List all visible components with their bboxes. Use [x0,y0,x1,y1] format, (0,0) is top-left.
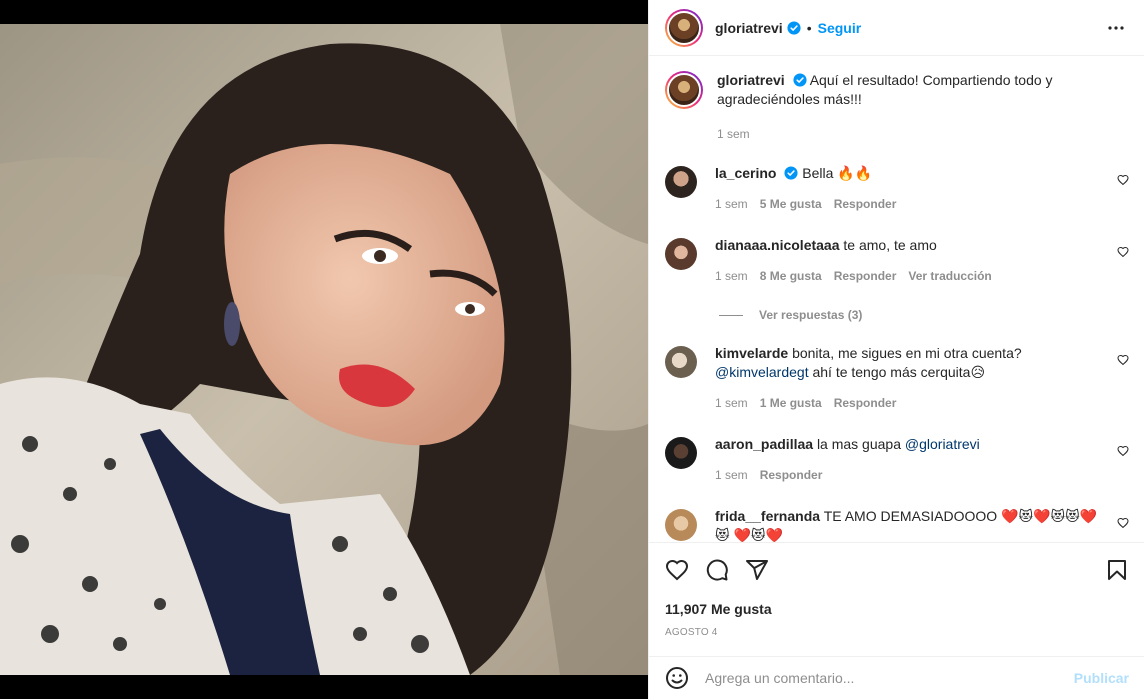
bookmark-icon[interactable] [1105,558,1129,582]
reply-button[interactable]: Responder [760,466,823,485]
comment-like-heart-icon[interactable] [1117,246,1129,258]
comment-mention[interactable]: @kimvelardegt [715,364,809,380]
post-caption: gloriatrevi Aquí el resultado! Compartie… [665,57,1129,144]
commenter-username[interactable]: aaron_padillaa [715,436,813,452]
comment-time[interactable]: 1 sem [715,394,748,413]
comment-likes[interactable]: 5 Me gusta [760,195,822,214]
post-date[interactable]: Agosto 4 [665,627,1129,638]
comment-text-continued: ahí te tengo más cerquita😥 [812,364,986,380]
post-actions: 11,907 Me gusta Agosto 4 [649,542,1144,638]
comment-likes[interactable]: 1 Me gusta [760,394,822,413]
caption-avatar[interactable] [665,71,703,109]
emoji-icon[interactable] [665,666,689,690]
verified-badge-icon [784,166,798,180]
header-separator: • [806,19,812,36]
verified-badge-icon [787,20,801,35]
comment-like-heart-icon[interactable] [1117,174,1129,186]
reply-button[interactable]: Responder [834,394,897,413]
comment-text-continued: ❤️😻❤️ [733,527,783,542]
comment-text: bonita, me sigues en mi otra cuenta? [792,345,1022,361]
commenter-avatar[interactable] [665,509,697,541]
commenter-username[interactable]: frida__fernanda [715,508,820,524]
comment-item: kimvelarde bonita, me sigues en mi otra … [665,344,1129,413]
translate-button[interactable]: Ver traducción [908,267,991,286]
comments-list[interactable]: gloriatrevi Aquí el resultado! Compartie… [649,57,1144,542]
view-replies-button[interactable]: Ver respuestas (3) [719,308,1129,322]
commenter-avatar[interactable] [665,437,697,469]
comment-icon[interactable] [705,558,729,582]
comment-like-heart-icon[interactable] [1117,354,1129,366]
comment-like-heart-icon[interactable] [1117,445,1129,457]
comment-like-heart-icon[interactable] [1117,517,1129,529]
follow-button[interactable]: Seguir [818,20,862,36]
verified-badge-icon [793,73,807,87]
comment-text: Bella 🔥🔥 [802,165,873,181]
commenter-avatar[interactable] [665,238,697,270]
action-icons [665,543,1129,597]
add-comment-bar: Publicar [649,656,1144,699]
reply-button[interactable]: Responder [834,195,897,214]
replies-divider [719,314,743,316]
comment-likes[interactable]: 8 Me gusta [760,267,822,286]
publish-button[interactable]: Publicar [1074,670,1129,686]
share-icon[interactable] [745,558,769,582]
commenter-avatar[interactable] [665,346,697,378]
comment-time[interactable]: 1 sem [715,195,748,214]
likes-count[interactable]: 11,907 Me gusta [665,601,1129,617]
post-details-panel: gloriatrevi • Seguir gloriatrevi Aquí el… [648,0,1144,699]
commenter-username[interactable]: dianaaa.nicoletaaa [715,237,840,253]
more-options-icon[interactable] [1104,16,1128,40]
comment-time[interactable]: 1 sem [715,267,748,286]
comment-text: te amo, te amo [843,237,937,253]
commenter-username[interactable]: la_cerino [715,165,776,181]
post-photo[interactable] [0,24,648,675]
commenter-avatar[interactable] [665,166,697,198]
comment-item: dianaaa.nicoletaaa te amo, te amo 1 sem … [665,236,1129,286]
selfie-illustration [0,24,648,675]
view-replies-label: Ver respuestas (3) [759,308,863,322]
post-header: gloriatrevi • Seguir [649,0,1144,56]
comment-input[interactable] [705,670,1074,686]
comment-item: frida__fernanda TE AMO DEMASIADOOOO ❤️😻❤… [665,507,1129,542]
comment-item: la_cerino Bella 🔥🔥 1 sem 5 Me gusta Resp… [665,164,1129,214]
heart-icon[interactable] [665,558,689,582]
caption-username[interactable]: gloriatrevi [717,72,785,88]
caption-time[interactable]: 1 sem [717,125,750,144]
instagram-post-modal: gloriatrevi • Seguir gloriatrevi Aquí el… [0,0,1144,699]
author-username[interactable]: gloriatrevi [715,20,783,36]
reply-button[interactable]: Responder [834,267,897,286]
post-media [0,0,648,699]
author-avatar[interactable] [665,8,703,47]
comment-item: aaron_padillaa la mas guapa @gloriatrevi… [665,435,1129,485]
comment-text: la mas guapa [816,436,901,452]
comment-time[interactable]: 1 sem [715,466,748,485]
commenter-username[interactable]: kimvelarde [715,345,788,361]
comment-mention[interactable]: @gloriatrevi [905,436,980,452]
